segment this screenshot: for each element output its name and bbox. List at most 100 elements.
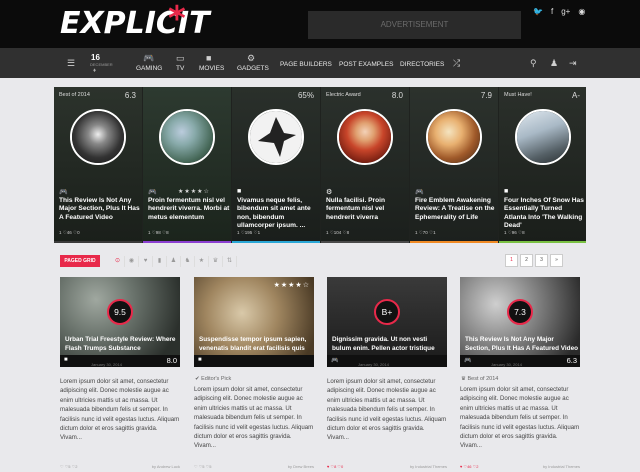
nav-item-movies[interactable]: MOVIES: [199, 65, 224, 72]
post-date: January 30, 2014: [358, 362, 389, 367]
post-author[interactable]: by Andrew Luck: [152, 464, 180, 469]
post-author[interactable]: by Industrial Themes: [410, 464, 447, 469]
hero-title[interactable]: Vivamus neque felis, bibendum sit amet a…: [237, 197, 319, 231]
login-icon[interactable]: ⇥: [569, 59, 577, 68]
post-footer: ♡ ♡5 ♡2 by Andrew Luck: [60, 464, 180, 469]
post-author[interactable]: by Drew Brees: [288, 464, 314, 469]
hero-item[interactable]: Must Have! A- ■ Four Inches Of Snow Has …: [499, 87, 586, 243]
rating-score: 6.3: [566, 356, 577, 365]
post-title[interactable]: Suspendisse tempor ipsum sapien, venenat…: [199, 336, 314, 354]
nav-item-gaming[interactable]: GAMING: [136, 65, 162, 72]
sort-icon[interactable]: ⇅: [223, 256, 237, 267]
hero-item[interactable]: 65% ■ Vivamus neque felis, bibendum sit …: [232, 87, 320, 243]
shuffle-icon[interactable]: ⤮: [453, 59, 460, 68]
rating-badge: 9.5: [107, 299, 133, 325]
post-stats: ♡ ♡5 ♡5: [194, 464, 212, 469]
users-icon[interactable]: ♞: [181, 256, 195, 267]
hero-title[interactable]: This Review Is Not Any Major Section, Pl…: [59, 197, 141, 222]
star-icon[interactable]: ★: [195, 256, 209, 267]
nav-item-page-builders[interactable]: PAGE BUILDERS: [280, 61, 332, 68]
page-2[interactable]: 2: [520, 254, 533, 267]
trophy-icon[interactable]: ♛: [209, 256, 223, 267]
hero-thumbnail[interactable]: [426, 109, 482, 165]
post-excerpt: Lorem ipsum dolor sit amet, consectetur …: [460, 386, 580, 450]
post-excerpt: Lorem ipsum dolor sit amet, consectetur …: [60, 378, 180, 442]
post-image[interactable]: B+ Dignissim gravida. Ut non vesti bulum…: [327, 277, 447, 367]
gamepad-icon: 🎮: [148, 189, 157, 196]
post-title[interactable]: This Review Is Not Any Major Section, Pl…: [465, 336, 580, 354]
user-icon[interactable]: ♟: [167, 256, 181, 267]
post-title[interactable]: Dignissim gravida. Ut non vesti bulum en…: [332, 336, 447, 354]
hero-item[interactable]: 7.9 🎮 Fire Emblem Awakening Review: A Tr…: [410, 87, 498, 243]
post-date: January 30, 2014: [91, 362, 122, 367]
category-bar: [499, 241, 586, 243]
rss-icon[interactable]: ◉: [578, 7, 585, 17]
post-author[interactable]: by Industrial Themes: [543, 464, 580, 469]
nav-item-tv[interactable]: TV: [176, 65, 184, 72]
hero-thumbnail[interactable]: [70, 109, 126, 165]
eye-icon[interactable]: ◉: [125, 256, 139, 267]
post-card[interactable]: B+ Dignissim gravida. Ut non vesti bulum…: [327, 277, 447, 472]
gear-icon: ⚙: [326, 189, 333, 196]
facebook-icon[interactable]: f: [551, 7, 553, 17]
post-stats: ♥ ♡8 ♡0: [327, 464, 344, 469]
chart-icon[interactable]: ▮: [153, 256, 167, 267]
google-plus-icon[interactable]: g+: [561, 7, 570, 17]
category-bar: [232, 241, 320, 243]
rating-score: 65%: [297, 91, 314, 100]
gamepad-icon: 🎮: [143, 53, 155, 63]
post-image[interactable]: 7.3 This Review Is Not Any Major Section…: [460, 277, 580, 367]
award-text: Best of 2014: [467, 376, 499, 382]
hero-thumbnail[interactable]: [248, 109, 304, 165]
hero-thumbnail[interactable]: [159, 109, 215, 165]
heart-icon[interactable]: ♥: [139, 256, 153, 267]
post-image[interactable]: ★★★★☆ Suspendisse tempor ipsum sapien, v…: [194, 277, 314, 367]
award-label: ♛ Best of 2014: [461, 376, 499, 382]
post-image[interactable]: 9.5 Urban Trial Freestyle Review: Where …: [60, 277, 180, 367]
page-next[interactable]: »: [550, 254, 563, 267]
hero-title[interactable]: Four Inches Of Snow Has Essentially Turn…: [504, 197, 586, 231]
video-icon: ■: [64, 357, 68, 363]
add-user-icon[interactable]: ♟: [550, 59, 558, 68]
site-logo[interactable]: EXPLICIT: [60, 4, 210, 44]
hero-meta: 1 ♡96 ♡8: [504, 230, 525, 235]
hero-title[interactable]: Proin fermentum nisl vel hendrerit viver…: [148, 197, 230, 222]
hero-thumbnail[interactable]: [515, 109, 571, 165]
nav-item-gadgets[interactable]: GADGETS: [237, 65, 269, 72]
search-icon[interactable]: ⚲: [530, 59, 537, 68]
tv-icon: ▭: [176, 53, 185, 63]
advertisement-banner[interactable]: ADVERTISEMENT: [308, 11, 521, 39]
post-footer: ♥ ♡8 ♡0 by Industrial Themes: [327, 464, 447, 469]
post-title[interactable]: Urban Trial Freestyle Review: Where Flas…: [65, 336, 180, 354]
award-label: Best of 2014: [59, 92, 90, 98]
grid-filter-bar: PAGED GRID ⊙ ◉ ♥ ▮ ♟ ♞ ★ ♛ ⇅ 1 2 3 »: [54, 249, 586, 273]
editors-pick-text: Editor's Pick: [201, 376, 232, 382]
page-3[interactable]: 3: [535, 254, 548, 267]
twitter-icon[interactable]: 🐦: [533, 7, 543, 17]
location-pin-icon: ♦: [93, 68, 97, 74]
hero-meta: 1 ♡104 ♡8: [326, 230, 350, 235]
nav-item-directories[interactable]: DIRECTORIES: [400, 61, 444, 68]
hero-item[interactable]: 🎮 ★★★★☆ Proin fermentum nisl vel hendrer…: [143, 87, 231, 243]
hero-item[interactable]: Electric Award 8.0 ⚙ Nulla facilisi. Pro…: [321, 87, 409, 243]
hero-title[interactable]: Nulla facilisi. Proin fermentum nisl vel…: [326, 197, 408, 222]
nav-item-post-examples[interactable]: POST EXAMPLES: [339, 61, 393, 68]
menu-icon[interactable]: ☰: [67, 59, 75, 68]
hero-thumbnail[interactable]: [337, 109, 393, 165]
paged-grid-button[interactable]: PAGED GRID: [60, 255, 100, 267]
hero-title[interactable]: Fire Emblem Awakening Review: A Treatise…: [415, 197, 497, 222]
post-card[interactable]: 7.3 This Review Is Not Any Major Section…: [460, 277, 580, 472]
gamepad-icon: 🎮: [464, 358, 472, 364]
page-1[interactable]: 1: [505, 254, 518, 267]
post-card[interactable]: ★★★★☆ Suspendisse tempor ipsum sapien, v…: [194, 277, 314, 472]
post-card[interactable]: 9.5 Urban Trial Freestyle Review: Where …: [60, 277, 180, 472]
category-bar: [54, 241, 142, 243]
editors-pick-label: ✔ Editor's Pick: [195, 376, 232, 382]
hero-meta: 1 ♡46 ♡0: [59, 230, 80, 235]
clock-icon[interactable]: ⊙: [111, 256, 125, 267]
hero-item[interactable]: Best of 2014 6.3 🎮 This Review Is Not An…: [54, 87, 142, 243]
gamepad-icon: 🎮: [415, 189, 424, 196]
video-icon: ■: [237, 188, 242, 195]
pagination: 1 2 3 »: [505, 254, 563, 267]
date-month: DECEMBER: [90, 62, 113, 67]
